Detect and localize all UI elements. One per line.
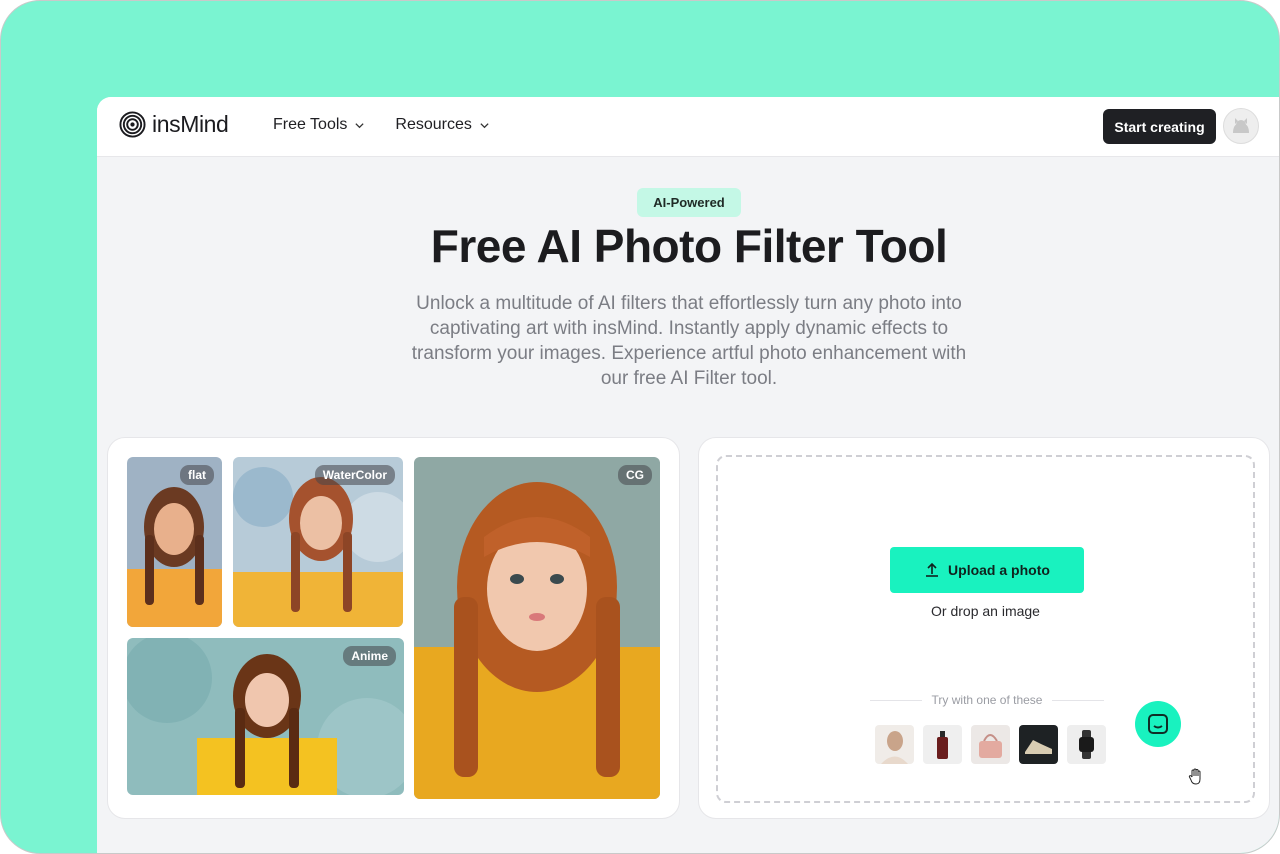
try-samples-label: Try with one of these (931, 693, 1043, 707)
chat-icon (1148, 714, 1168, 734)
upload-photo-label: Upload a photo (948, 562, 1050, 578)
filter-tag-watercolor: WaterColor (314, 465, 395, 485)
filter-tag-anime: Anime (343, 646, 396, 666)
nav-free-tools[interactable]: Free Tools (273, 116, 365, 134)
start-creating-button[interactable]: Start creating (1103, 109, 1216, 144)
filter-tag-cg: CG (618, 465, 652, 485)
sample-shoe[interactable] (1019, 725, 1058, 764)
upload-photo-button[interactable]: Upload a photo (890, 547, 1084, 593)
chevron-down-icon (355, 122, 365, 128)
logo-icon (119, 111, 146, 138)
logo[interactable]: insMind (119, 111, 229, 138)
page-subtitle: Unlock a multitude of AI filters that ef… (411, 293, 967, 389)
site-header: insMind Free Tools Resources Start creat… (97, 97, 1279, 157)
logo-text: insMind (152, 111, 229, 137)
nav-free-tools-label: Free Tools (273, 116, 348, 133)
browser-window: insMind Free Tools Resources Start creat… (97, 97, 1279, 853)
nav-resources-label: Resources (395, 116, 472, 133)
desktop-frame: insMind Free Tools Resources Start creat… (0, 0, 1280, 854)
sample-watch[interactable] (1067, 725, 1106, 764)
filter-tag-flat: flat (180, 465, 214, 485)
example-image-watercolor: WaterColor (233, 457, 403, 627)
sample-handbag[interactable] (971, 725, 1010, 764)
user-avatar-icon (1233, 118, 1249, 133)
drop-image-text: Or drop an image (931, 603, 1040, 619)
upload-icon (926, 562, 939, 577)
image-dropzone[interactable]: Upload a photo Or drop an image Try with… (716, 455, 1255, 803)
chat-button[interactable] (1135, 701, 1181, 747)
nav-resources[interactable]: Resources (395, 116, 489, 134)
example-image-cg: CG (414, 457, 660, 799)
divider (870, 699, 922, 701)
main-nav: Free Tools Resources (273, 116, 490, 134)
filter-examples-gallery: flat WaterColor CG Anime (107, 437, 680, 819)
example-image-anime: Anime (127, 638, 404, 795)
try-samples-row: Try with one of these (870, 693, 1105, 707)
sample-portrait[interactable] (875, 725, 914, 764)
sample-images (875, 725, 1106, 764)
example-image-flat: flat (127, 457, 222, 627)
hand-cursor-icon (1188, 768, 1201, 785)
avatar[interactable] (1223, 108, 1259, 144)
divider (1052, 699, 1105, 701)
upload-card: Upload a photo Or drop an image Try with… (698, 437, 1270, 819)
page-title: Free AI Photo Filter Tool (430, 220, 948, 272)
sample-bottle[interactable] (923, 725, 962, 764)
ai-powered-badge: AI-Powered (637, 188, 741, 217)
chevron-down-icon (480, 122, 489, 128)
